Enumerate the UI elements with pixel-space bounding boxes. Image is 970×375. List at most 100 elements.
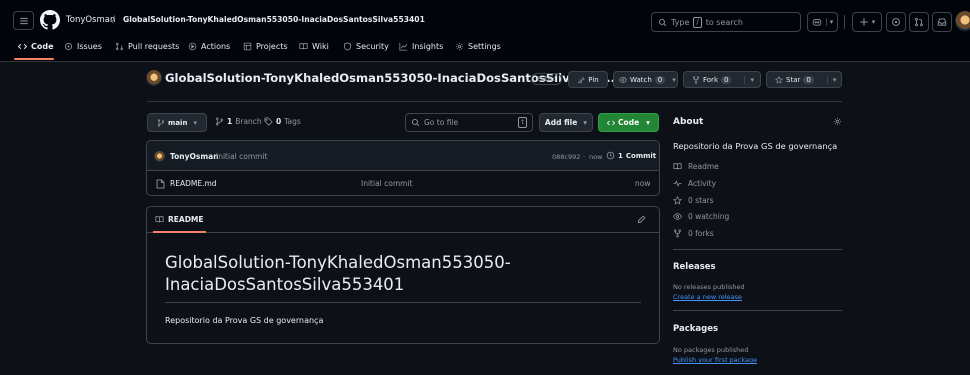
about-item-readme[interactable]: Readme bbox=[673, 162, 719, 171]
tab-settings[interactable]: Settings bbox=[455, 42, 501, 51]
tab-pull-requests-label: Pull requests bbox=[128, 42, 180, 51]
tab-insights[interactable]: Insights bbox=[399, 42, 443, 51]
breadcrumb-repo[interactable]: GlobalSolution-TonyKhaledOsman553050-Ina… bbox=[123, 15, 425, 24]
tab-wiki[interactable]: Wiki bbox=[299, 42, 329, 51]
issues-button[interactable] bbox=[886, 12, 906, 32]
tab-security[interactable]: Security bbox=[343, 42, 389, 51]
user-avatar[interactable] bbox=[955, 11, 970, 31]
tab-issues[interactable]: Issues bbox=[64, 42, 102, 51]
copilot-icon bbox=[812, 19, 821, 26]
about-item-watching[interactable]: 0 watching bbox=[673, 212, 729, 221]
copilot-button[interactable]: ▾ bbox=[807, 12, 838, 32]
table-row[interactable]: README.md Initial commit now bbox=[147, 171, 659, 195]
fork-icon bbox=[674, 229, 681, 238]
branches-link[interactable]: 1 Branch bbox=[215, 117, 262, 126]
breadcrumb-owner[interactable]: TonyOsman bbox=[66, 15, 115, 25]
fork-button[interactable]: Fork 0 ▾ bbox=[683, 71, 761, 88]
readme-tab-label: README bbox=[168, 215, 204, 224]
file-commit-message[interactable]: Initial commit bbox=[361, 179, 413, 188]
commit-author[interactable]: TonyOsman bbox=[170, 152, 219, 161]
github-logo-icon bbox=[40, 10, 60, 30]
add-file-label: Add file bbox=[544, 118, 578, 127]
tab-code-label: Code bbox=[31, 42, 54, 51]
code-icon bbox=[607, 120, 616, 125]
sidebar-divider bbox=[673, 249, 842, 250]
tab-pull-requests[interactable]: Pull requests bbox=[115, 42, 179, 51]
menu-button[interactable] bbox=[13, 11, 34, 30]
tab-settings-label: Settings bbox=[468, 42, 501, 51]
branch-icon bbox=[216, 117, 223, 126]
global-search-input[interactable]: Type / to search bbox=[651, 12, 801, 32]
inbox-button[interactable] bbox=[932, 12, 952, 32]
branch-name: main bbox=[168, 118, 188, 127]
table-icon bbox=[243, 42, 252, 51]
about-description: Repositorio da Prova GS de governança bbox=[673, 141, 838, 151]
tab-actions[interactable]: Actions bbox=[188, 42, 230, 51]
tab-code[interactable]: Code bbox=[18, 42, 54, 51]
pulse-icon bbox=[673, 180, 682, 187]
publish-package-link[interactable]: Publish your first package bbox=[673, 356, 757, 364]
releases-empty-text: No releases published bbox=[673, 283, 745, 291]
play-icon bbox=[188, 42, 197, 51]
releases-title[interactable]: Releases bbox=[673, 262, 716, 272]
repo-header-divider bbox=[147, 101, 842, 102]
history-icon bbox=[606, 151, 615, 160]
readme-heading-line2: InaciaDosSantosSilva553401 bbox=[165, 275, 405, 294]
star-count: 0 bbox=[803, 75, 814, 84]
plus-icon bbox=[859, 18, 868, 26]
tab-security-label: Security bbox=[356, 42, 389, 51]
readme-header bbox=[147, 207, 659, 233]
pencil-icon[interactable] bbox=[637, 215, 646, 224]
readme-heading-rule bbox=[165, 302, 641, 303]
about-item-stars[interactable]: 0 stars bbox=[673, 196, 714, 205]
tab-insights-label: Insights bbox=[412, 42, 444, 51]
code-button-label: Code bbox=[618, 118, 640, 127]
github-logo[interactable] bbox=[40, 10, 60, 30]
commit-separator: · bbox=[583, 153, 586, 161]
create-new-button[interactable]: ▾ bbox=[852, 12, 882, 32]
gear-icon[interactable] bbox=[833, 117, 842, 126]
go-to-file-shortcut: t bbox=[518, 117, 527, 128]
commit-hash[interactable]: 088c992 bbox=[552, 153, 580, 161]
pull-requests-button[interactable] bbox=[909, 12, 929, 32]
commit-message[interactable]: Initial commit bbox=[216, 152, 268, 161]
pin-button[interactable]: Pin bbox=[568, 71, 608, 88]
branch-icon bbox=[157, 118, 165, 127]
readme-panel: README GlobalSolution-TonyKhaledOsman553… bbox=[146, 206, 660, 344]
code-icon bbox=[18, 43, 27, 50]
star-label: Star bbox=[786, 75, 801, 84]
global-header: TonyOsman / GlobalSolution-TonyKhaledOsm… bbox=[0, 0, 970, 62]
visibility-badge: Public bbox=[531, 73, 563, 85]
watch-button[interactable]: Watch 0 ▾ bbox=[613, 71, 678, 88]
commits-link[interactable]: 1 Commit bbox=[606, 151, 656, 160]
create-release-link[interactable]: Create a new release bbox=[673, 293, 742, 301]
file-name[interactable]: README.md bbox=[170, 179, 217, 188]
issue-icon bbox=[892, 18, 900, 26]
eye-icon bbox=[673, 213, 682, 220]
go-to-file-input[interactable]: Go to file t bbox=[405, 113, 533, 132]
about-item-label: 0 stars bbox=[688, 196, 714, 205]
packages-empty-text: No packages published bbox=[673, 346, 749, 354]
go-to-file-placeholder: Go to file bbox=[424, 118, 459, 127]
pin-icon bbox=[578, 76, 585, 84]
pull-request-icon bbox=[915, 17, 923, 27]
shield-icon bbox=[344, 42, 351, 51]
tab-projects[interactable]: Projects bbox=[243, 42, 288, 51]
fork-label: Fork bbox=[703, 75, 718, 84]
search-icon bbox=[658, 18, 667, 26]
file-icon bbox=[156, 179, 165, 189]
graph-icon bbox=[399, 42, 408, 51]
about-item-activity[interactable]: Activity bbox=[673, 179, 716, 188]
readme-tab[interactable]: README bbox=[155, 215, 204, 224]
branch-selector[interactable]: main ▾ bbox=[147, 113, 207, 132]
code-button[interactable]: Code ▾ bbox=[598, 113, 659, 132]
tags-link[interactable]: 0 Tags bbox=[264, 117, 301, 126]
about-title: About bbox=[673, 117, 704, 127]
about-item-forks[interactable]: 0 forks bbox=[673, 229, 714, 238]
star-button[interactable]: Star 0 ▾ bbox=[766, 71, 842, 88]
chevron-down-icon: ▾ bbox=[583, 118, 588, 127]
packages-title[interactable]: Packages bbox=[673, 324, 718, 334]
fork-count: 0 bbox=[721, 75, 732, 84]
add-file-button[interactable]: Add file ▾ bbox=[539, 113, 593, 132]
owner-avatar[interactable] bbox=[146, 70, 162, 86]
